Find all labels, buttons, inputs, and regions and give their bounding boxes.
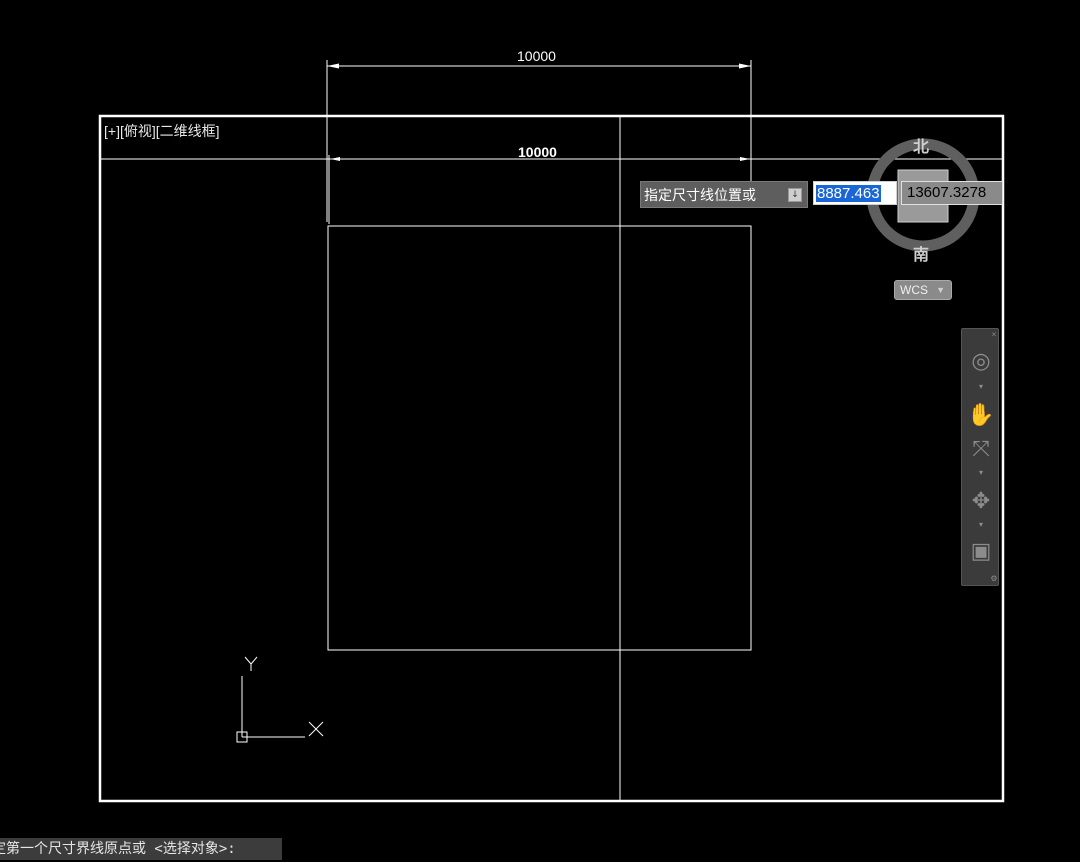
viewport-controls-label[interactable]: [+][俯视][二维线框] [104, 121, 220, 141]
dynamic-input-value-1[interactable]: 8887.463 [813, 181, 897, 205]
ucs-x-letter [308, 721, 324, 737]
rectangle-shape[interactable] [327, 225, 752, 651]
close-icon[interactable]: × [989, 331, 999, 339]
chevron-down-icon[interactable]: ▾ [976, 383, 986, 391]
dim-outer-text: 10000 [517, 48, 556, 64]
ucs-y-letter [244, 656, 258, 671]
dim-inner-arrow-right [740, 157, 750, 161]
wcs-dropdown[interactable]: WCS ▼ [894, 280, 952, 300]
viewcube-south[interactable]: 南 [913, 241, 929, 265]
chevron-down-icon[interactable]: ▾ [976, 469, 986, 477]
orbit-icon[interactable]: ✥ [965, 485, 997, 517]
dynamic-input-prompt: 指定尺寸线位置或 ↓ [640, 181, 808, 208]
viewport-border [98, 114, 1005, 803]
wcs-label: WCS [900, 283, 928, 297]
dim-inner-arrow-left [330, 157, 340, 161]
dynamic-input-value-2[interactable]: 13607.3278 [901, 181, 1003, 205]
navigation-bar: × ◎ ▾ ✋ ⤧ ▾ ✥ ▾ ▣ ⚙ [961, 328, 999, 586]
showmotion-icon[interactable]: ▣ [965, 535, 997, 567]
dim-outer-arrow-left [327, 63, 339, 69]
settings-icon[interactable]: ⚙ [989, 575, 999, 583]
viewcube-north[interactable]: 北 [913, 133, 929, 157]
dim-inner-text: 10000 [518, 144, 557, 160]
dim-outer-arrow-right [739, 63, 751, 69]
chevron-down-icon: ▼ [936, 285, 945, 295]
steering-wheel-icon[interactable]: ◎ [965, 345, 997, 377]
down-arrow-icon[interactable]: ↓ [788, 188, 802, 202]
chevron-down-icon[interactable]: ▾ [976, 521, 986, 529]
command-line[interactable]: 定第一个尺寸界线原点或 <选择对象>: [0, 838, 282, 860]
pan-hand-icon[interactable]: ✋ [965, 399, 997, 431]
dynamic-input-prompt-text: 指定尺寸线位置或 [644, 187, 756, 204]
dynamic-input-value-1-text: 8887.463 [816, 185, 881, 202]
zoom-icon[interactable]: ⤧ [965, 433, 997, 465]
